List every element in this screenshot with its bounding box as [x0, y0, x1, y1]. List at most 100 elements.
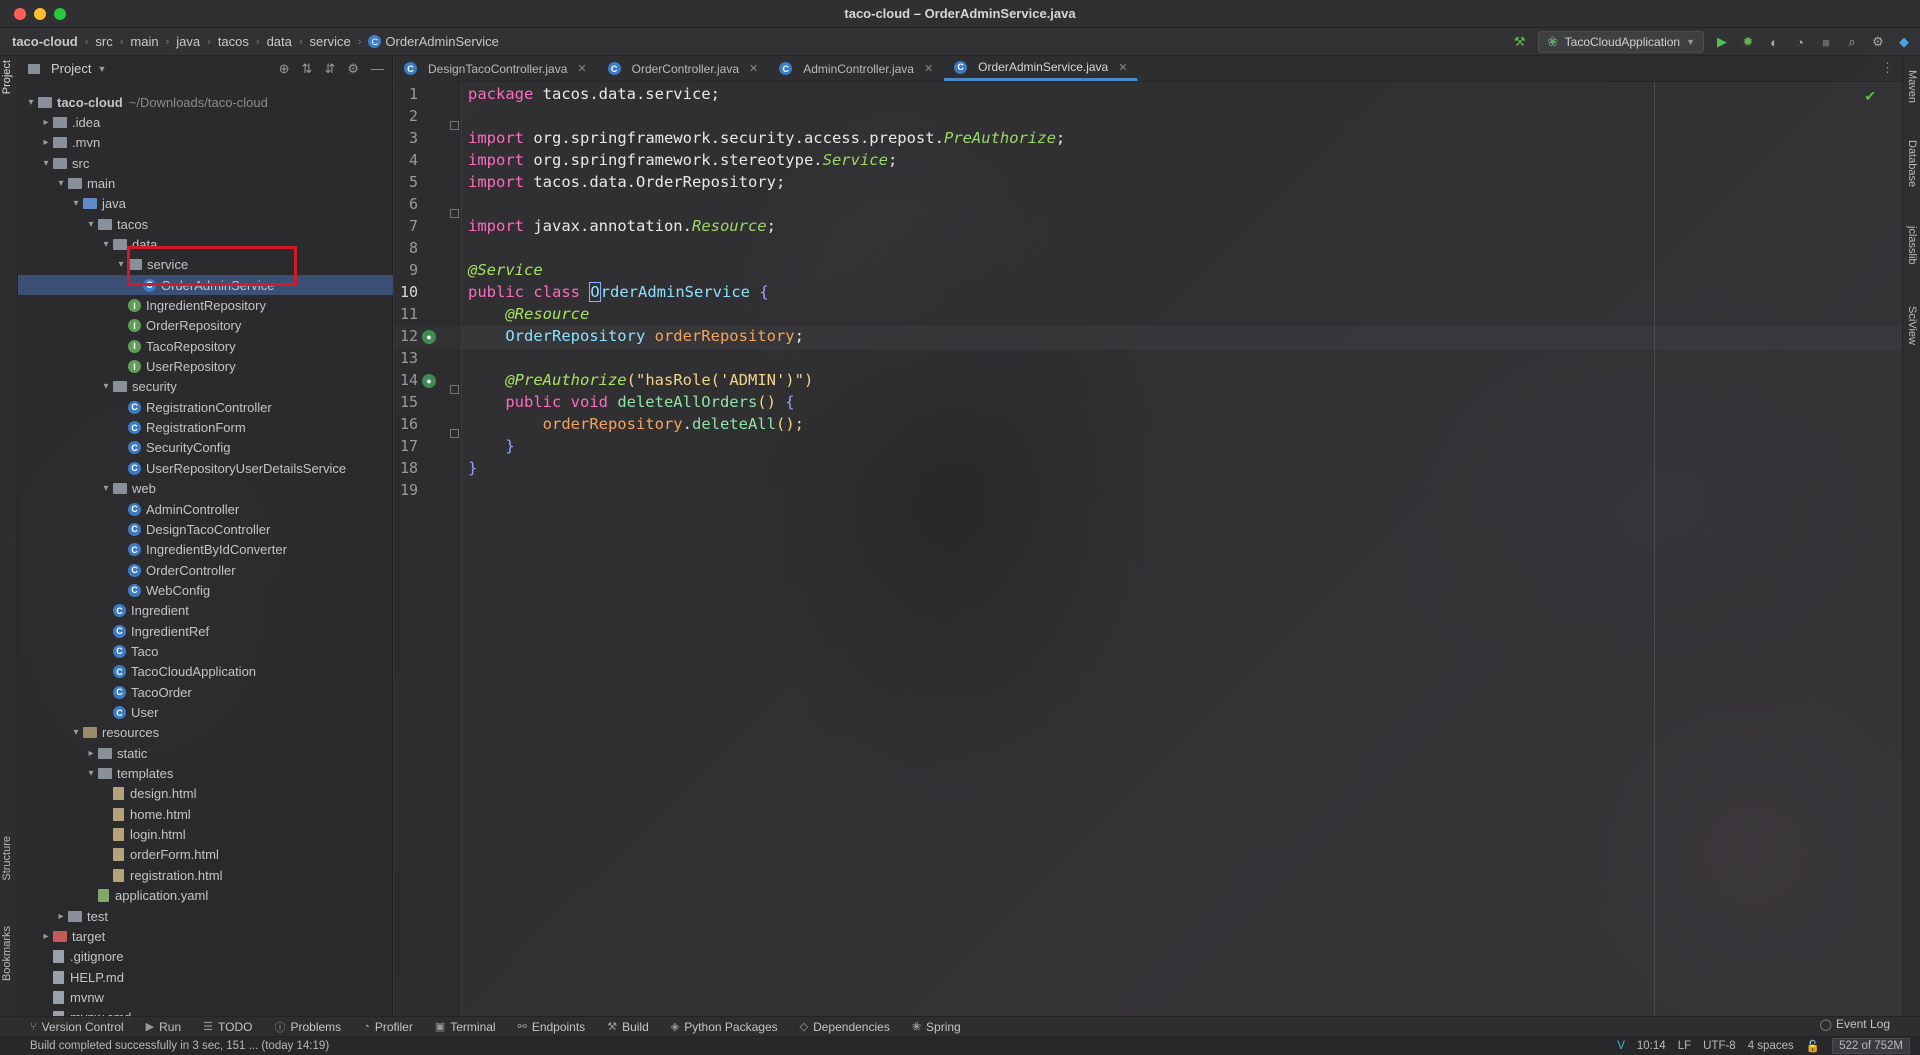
close-window-button[interactable] [14, 8, 26, 20]
spring-bean-gutter-icon[interactable]: ● [422, 330, 436, 344]
bottom-tool-build[interactable]: ⚒ Build [607, 1020, 649, 1034]
tab-order-controller[interactable]: C OrderController.java ✕ [598, 56, 770, 81]
close-icon[interactable]: ✕ [1118, 61, 1127, 74]
chevron-down-icon[interactable]: ▾ [69, 198, 83, 209]
more-tabs-icon[interactable]: ⋮ [1881, 60, 1894, 76]
chevron-down-icon[interactable]: ▾ [24, 97, 38, 108]
tree-item[interactable]: C TacoOrder [18, 682, 393, 702]
close-icon[interactable]: ✕ [749, 62, 758, 75]
tree-item[interactable]: login.html [18, 825, 393, 845]
status-message[interactable]: Build completed successfully in 3 sec, 1… [30, 1040, 329, 1052]
tree-item[interactable]: application.yaml [18, 886, 393, 906]
breadcrumb-item[interactable]: data [267, 34, 292, 49]
chevron-right-icon[interactable]: ▸ [39, 137, 53, 148]
breadcrumb-item[interactable]: service [310, 34, 351, 49]
bottom-tool-version-control[interactable]: ⑂ Version Control [30, 1020, 124, 1034]
expand-all-icon[interactable]: ⇅ [302, 61, 313, 77]
breadcrumb-item[interactable]: src [95, 34, 112, 49]
chevron-down-icon[interactable]: ▾ [39, 158, 53, 169]
profile-icon[interactable]: ◔ [1792, 34, 1808, 50]
breadcrumb-item[interactable]: java [176, 34, 200, 49]
bottom-tool-endpoints[interactable]: ⚯ Endpoints [518, 1020, 586, 1034]
breadcrumb-item[interactable]: OrderAdminService [385, 34, 498, 49]
project-tool-tab[interactable]: Project [1, 60, 13, 94]
run-configuration-selector[interactable]: ❀ TacoCloudApplication ▼ [1537, 31, 1704, 53]
chevron-right-icon[interactable]: ▸ [84, 748, 98, 759]
gear-icon[interactable]: ⚙ [347, 61, 359, 77]
chevron-right-icon[interactable]: ▸ [39, 117, 53, 128]
stop-icon[interactable]: ■ [1818, 34, 1834, 50]
maven-tool-tab[interactable]: Maven [1906, 70, 1918, 103]
line-separator[interactable]: LF [1678, 1040, 1691, 1052]
tree-item[interactable]: ▸ target [18, 926, 393, 946]
tab-admin-controller[interactable]: C AdminController.java ✕ [769, 56, 945, 81]
jclasslib-tool-tab[interactable]: jclasslib [1906, 226, 1918, 265]
bottom-tool-dependencies[interactable]: ◇ Dependencies [800, 1020, 890, 1034]
bottom-tool-todo[interactable]: ☰ TODO [203, 1020, 252, 1034]
chevron-down-icon[interactable]: ▾ [99, 483, 113, 494]
bottom-tool-python-packages[interactable]: ◈ Python Packages [671, 1020, 778, 1034]
bookmarks-tool-tab[interactable]: Bookmarks [1, 926, 13, 981]
spring-bean-gutter-icon[interactable]: ● [422, 374, 436, 388]
chevron-down-icon[interactable]: ▾ [99, 381, 113, 392]
code-content[interactable]: package tacos.data.service; import org.s… [468, 82, 1065, 477]
coverage-icon[interactable]: ◐ [1766, 34, 1782, 50]
chevron-right-icon[interactable]: ▸ [54, 911, 68, 922]
chevron-down-icon[interactable]: ▾ [69, 727, 83, 738]
tree-item[interactable]: ▾ templates [18, 764, 393, 784]
fold-marker-icon[interactable] [450, 209, 459, 218]
lock-icon[interactable]: 🔓 [1806, 1039, 1820, 1053]
breadcrumb-item[interactable]: taco-cloud [12, 34, 78, 49]
tree-item[interactable]: C OrderController [18, 560, 393, 580]
hammer-icon[interactable]: ⚒ [1512, 34, 1528, 50]
close-icon[interactable]: ✕ [577, 62, 586, 75]
tree-item[interactable]: C AdminController [18, 499, 393, 519]
code-editor[interactable]: ● ● 1 2 3 4 5 6 7 8 9 10 11 12 13 14 15 16 17 18 19 ✔ pack… [394, 82, 1902, 1016]
bottom-tool-spring[interactable]: ❀ Spring [912, 1020, 961, 1034]
fold-marker-icon[interactable] [450, 429, 459, 438]
tree-item[interactable]: I IngredientRepository [18, 296, 393, 316]
tree-item[interactable]: ▸ .idea [18, 112, 393, 132]
minimize-window-button[interactable] [34, 8, 46, 20]
run-icon[interactable]: ▶ [1714, 34, 1730, 50]
tree-item[interactable]: C TacoCloudApplication [18, 662, 393, 682]
collapse-all-icon[interactable]: ⇵ [324, 61, 335, 77]
fold-marker-icon[interactable] [450, 121, 459, 130]
tree-item[interactable]: ▾ security [18, 377, 393, 397]
tree-item[interactable]: HELP.md [18, 967, 393, 987]
chevron-right-icon[interactable]: ▸ [39, 931, 53, 942]
tree-item[interactable]: ▾ service [18, 255, 393, 275]
breadcrumb-item[interactable]: tacos [218, 34, 249, 49]
fold-marker-icon[interactable] [450, 385, 459, 394]
locate-icon[interactable]: ⊕ [279, 61, 290, 77]
memory-indicator[interactable]: 522 of 752M [1832, 1038, 1910, 1054]
toolbox-icon[interactable]: ◆ [1896, 34, 1912, 50]
event-log-button[interactable]: ◯ Event Log [1820, 1017, 1890, 1031]
tree-item[interactable]: C DesignTacoController [18, 519, 393, 539]
tree-item[interactable]: registration.html [18, 865, 393, 885]
tree-item[interactable]: C IngredientRef [18, 621, 393, 641]
tree-item[interactable]: orderForm.html [18, 845, 393, 865]
bottom-tool-run[interactable]: ▶ Run [146, 1020, 181, 1034]
tree-item[interactable]: C Taco [18, 641, 393, 661]
tree-item[interactable]: ▸ static [18, 743, 393, 763]
chevron-down-icon[interactable]: ▾ [114, 259, 128, 270]
tree-item[interactable]: ▸ .mvn [18, 133, 393, 153]
bottom-tool-profiler[interactable]: ◔ Profiler [363, 1020, 413, 1034]
tree-item[interactable]: I OrderRepository [18, 316, 393, 336]
chevron-down-icon[interactable]: ▼ [97, 64, 106, 74]
tree-item[interactable]: C User [18, 703, 393, 723]
chevron-down-icon[interactable]: ▾ [99, 239, 113, 250]
bottom-tool-terminal[interactable]: ▣ Terminal [435, 1020, 496, 1034]
gear-icon[interactable]: ⚙ [1870, 34, 1886, 50]
tree-item[interactable]: ▾ resources [18, 723, 393, 743]
tab-order-admin-service[interactable]: C OrderAdminService.java ✕ [944, 56, 1139, 81]
bottom-tool-problems[interactable]: ⓘ Problems [274, 1019, 341, 1035]
project-view-selector[interactable]: Project [51, 61, 91, 76]
tab-design-taco-controller[interactable]: C DesignTacoController.java ✕ [394, 56, 598, 81]
debug-icon[interactable]: ✹ [1740, 34, 1756, 50]
tree-item[interactable]: C UserRepositoryUserDetailsService [18, 458, 393, 478]
breadcrumb-item[interactable]: main [130, 34, 158, 49]
database-tool-tab[interactable]: Database [1906, 140, 1918, 187]
hide-icon[interactable]: — [371, 61, 384, 77]
